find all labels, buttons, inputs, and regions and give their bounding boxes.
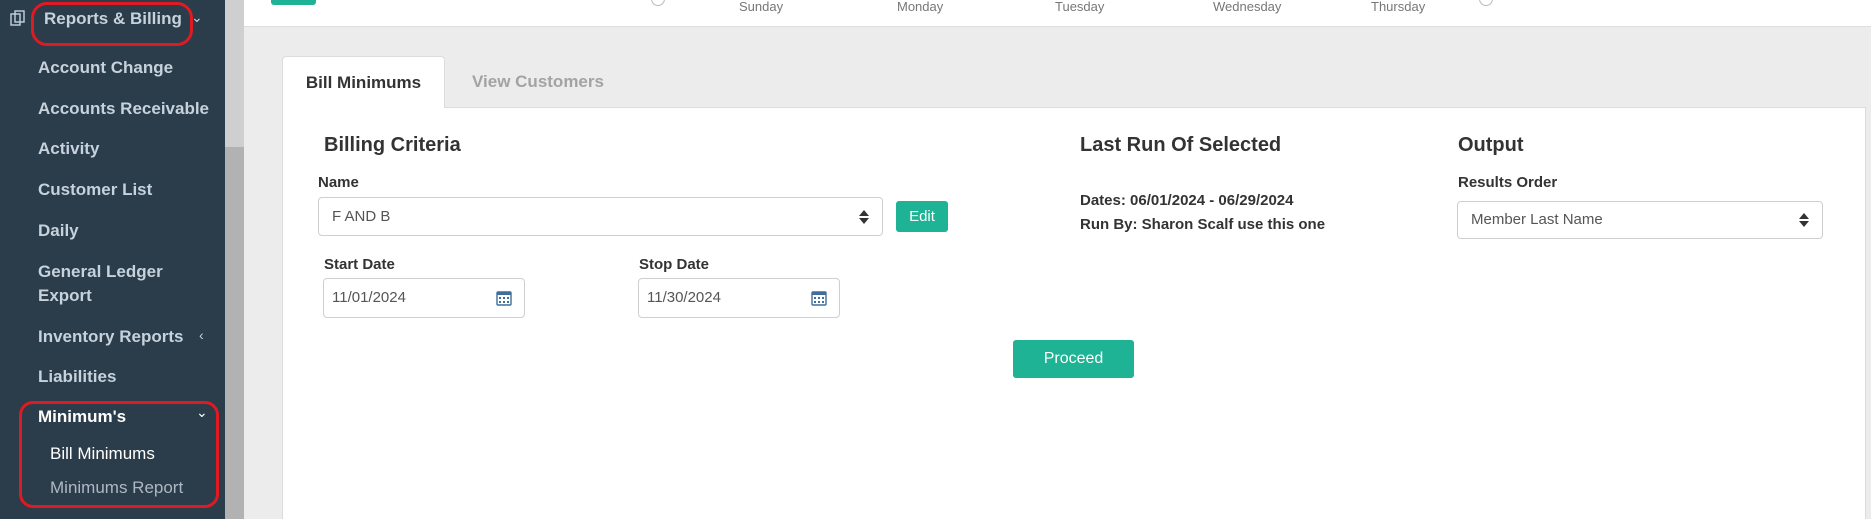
results-order-label: Results Order [1458, 174, 1558, 191]
sidebar-scrollbar[interactable] [225, 0, 244, 519]
last-run-heading: Last Run Of Selected [1080, 134, 1282, 156]
day-label-tuesday: Tuesday [1055, 0, 1105, 14]
start-date-label: Start Date [324, 256, 395, 273]
calendar-icon[interactable] [496, 290, 512, 306]
highlight-oval-reports [31, 2, 193, 46]
highlight-oval-minimums [19, 401, 219, 508]
day-label-sunday: Sunday [739, 0, 784, 14]
name-select[interactable]: F AND B [318, 197, 883, 236]
sidebar-item-label-line2: Export [38, 286, 92, 305]
last-run-dates: Dates: 06/01/2024 - 06/29/2024 [1080, 192, 1294, 209]
sidebar-item-inventory-reports[interactable]: Inventory Reports [38, 325, 183, 349]
output-heading: Output [1458, 134, 1524, 156]
sidebar-item-label: General Ledger [38, 262, 163, 281]
sort-arrows-icon [859, 209, 869, 224]
calendar-icon[interactable] [811, 290, 827, 306]
sort-arrows-icon [1799, 213, 1809, 227]
day-label-monday: Monday [897, 0, 944, 14]
results-order-value: Member Last Name [1471, 211, 1603, 228]
tab-bill-minimums[interactable]: Bill Minimums [282, 56, 445, 108]
name-select-value: F AND B [332, 208, 391, 225]
name-label: Name [318, 174, 359, 191]
proceed-button[interactable]: Proceed [1013, 340, 1134, 378]
sidebar-item-accounts-receivable[interactable]: Accounts Receivable [38, 97, 209, 121]
scrollbar-thumb[interactable] [225, 147, 244, 519]
stop-date-label: Stop Date [639, 256, 710, 273]
sidebar-item-customer-list[interactable]: Customer List [38, 178, 152, 202]
start-date-input[interactable]: 11/01/2024 [323, 278, 525, 318]
stop-date-value: 11/30/2024 [647, 289, 721, 306]
reports-icon [10, 10, 25, 26]
chevron-left-icon: ‹ [199, 327, 204, 343]
top-green-button[interactable] [271, 0, 316, 5]
day-label-wednesday: Wednesday [1213, 0, 1282, 14]
sidebar-item-daily[interactable]: Daily [38, 219, 79, 243]
billing-criteria-heading: Billing Criteria [324, 134, 461, 156]
sidebar-item-general-ledger-export[interactable]: General Ledger Export [38, 260, 163, 308]
results-order-select[interactable]: Member Last Name [1457, 201, 1823, 239]
tab-view-customers[interactable]: View Customers [472, 56, 604, 108]
last-run-run-by: Run By: Sharon Scalf use this one [1080, 216, 1326, 233]
sidebar-item-liabilities[interactable]: Liabilities [38, 365, 116, 389]
edit-button[interactable]: Edit [896, 201, 948, 232]
day-label-thursday: Thursday [1371, 0, 1426, 14]
start-date-value: 11/01/2024 [332, 289, 406, 306]
sidebar-item-account-change[interactable]: Account Change [38, 56, 173, 80]
sidebar-item-activity[interactable]: Activity [38, 137, 99, 161]
stop-date-input[interactable]: 11/30/2024 [638, 278, 840, 318]
